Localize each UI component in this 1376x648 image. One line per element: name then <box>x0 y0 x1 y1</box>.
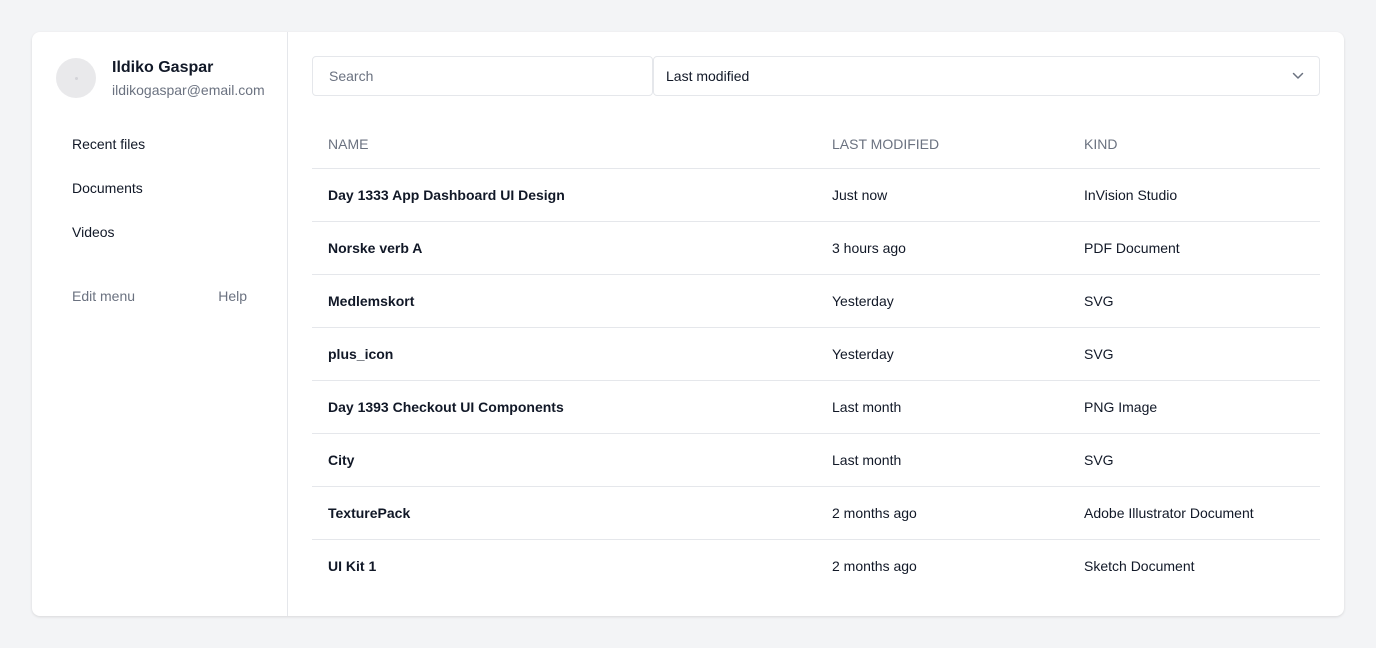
user-email: ildikogaspar@email.com <box>112 82 265 98</box>
file-modified: Yesterday <box>816 327 1068 381</box>
file-kind: PNG Image <box>1068 380 1320 434</box>
file-kind: Sketch Document <box>1084 558 1195 574</box>
file-kind: SVG <box>1068 274 1320 328</box>
table-row[interactable]: Day 1333 App Dashboard UI Design Just no… <box>312 168 1320 222</box>
table-row[interactable]: UI Kit 1 2 months ago Sketch Document <box>312 540 1320 593</box>
table-row[interactable]: City Last month SVG <box>312 433 1320 487</box>
table-header-row: Name Last modified Kind <box>312 120 1320 169</box>
table-row[interactable]: Norske verb A 3 hours ago PDF Document <box>312 221 1320 275</box>
file-name: City <box>312 433 816 487</box>
sidebar-nav: Recent files Documents Videos <box>72 132 145 264</box>
sort-select-value: Last modified <box>666 68 750 84</box>
column-header-name[interactable]: Name <box>312 120 816 169</box>
user-name: Ildiko Gaspar <box>112 59 214 76</box>
file-modified: Last month <box>816 380 1068 434</box>
table-row[interactable]: Day 1393 Checkout UI Components Last mon… <box>312 380 1320 434</box>
avatar[interactable] <box>56 58 96 98</box>
file-browser-card: Ildiko Gaspar ildikogaspar@email.com Rec… <box>32 32 1344 616</box>
file-name: plus_icon <box>312 327 816 381</box>
file-modified: Just now <box>816 168 1068 222</box>
sidebar-actions: Edit menu Help <box>72 284 247 308</box>
file-name: Medlemskort <box>312 274 816 328</box>
file-name: Day 1333 App Dashboard UI Design <box>312 168 816 222</box>
file-kind: SVG <box>1068 433 1320 487</box>
file-name: Norske verb A <box>312 221 816 275</box>
avatar-placeholder-icon <box>74 76 78 80</box>
file-name: Day 1393 Checkout UI Components <box>312 380 816 434</box>
sidebar: Ildiko Gaspar ildikogaspar@email.com Rec… <box>32 32 288 616</box>
sidebar-item-recent-files[interactable]: Recent files <box>72 132 145 176</box>
table-row[interactable]: Medlemskort Yesterday SVG <box>312 274 1320 328</box>
file-kind: Adobe Illustrator Document <box>1068 486 1320 540</box>
file-modified: 3 hours ago <box>816 221 1068 275</box>
file-modified: Last month <box>816 433 1068 487</box>
sidebar-item-documents[interactable]: Documents <box>72 176 145 220</box>
sort-select[interactable]: Last modified <box>653 56 1320 96</box>
file-modified: Yesterday <box>816 274 1068 328</box>
sidebar-item-videos[interactable]: Videos <box>72 220 145 264</box>
column-header-last-modified[interactable]: Last modified <box>816 120 1068 169</box>
edit-menu-link[interactable]: Edit menu <box>72 284 135 308</box>
file-kind: SVG <box>1068 327 1320 381</box>
profile-text: Ildiko Gaspar ildikogaspar@email.com <box>112 56 265 100</box>
search-input[interactable] <box>312 56 653 96</box>
file-kind: InVision Studio <box>1068 168 1320 222</box>
toolbar: Last modified <box>312 56 1320 96</box>
file-name: UI Kit 1 <box>328 558 377 574</box>
user-profile[interactable]: Ildiko Gaspar ildikogaspar@email.com <box>56 56 265 100</box>
file-modified: 2 months ago <box>816 486 1068 540</box>
column-header-kind[interactable]: Kind <box>1068 120 1320 169</box>
chevron-down-icon <box>1291 69 1305 83</box>
file-modified: 2 months ago <box>832 558 917 574</box>
files-table: Name Last modified Kind Day 1333 App Das… <box>312 120 1320 592</box>
file-name: TexturePack <box>312 486 816 540</box>
table-row[interactable]: plus_icon Yesterday SVG <box>312 327 1320 381</box>
main-content: Last modified Name Last modified Kind Da… <box>288 32 1344 616</box>
help-link[interactable]: Help <box>218 284 247 308</box>
table-row[interactable]: TexturePack 2 months ago Adobe Illustrat… <box>312 486 1320 540</box>
file-kind: PDF Document <box>1068 221 1320 275</box>
